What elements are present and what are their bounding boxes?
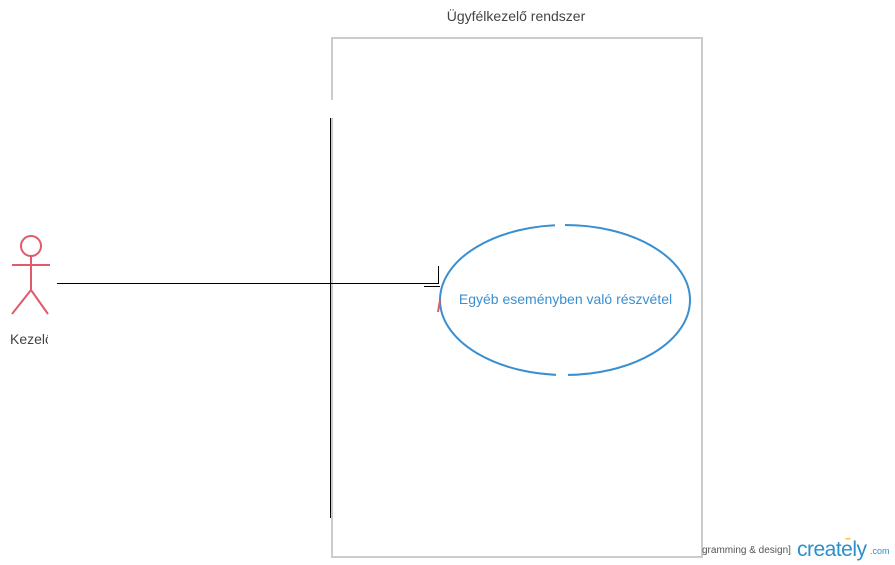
use-case-label: Egyéb eseményben való részvétel [458,291,673,307]
watermark-text: gramming & design] [702,545,791,556]
actor-left-leg [11,289,32,315]
actor-right-leg [30,289,49,315]
connection-marker [437,299,441,313]
diagram-canvas: Ügyfélkezelő rendszer Kezel Egyéb esemén… [0,0,895,565]
actor-label: Kezelő [10,331,48,347]
connector-gaps [328,100,333,118]
actor-head [20,235,42,257]
actor-figure[interactable] [11,235,50,315]
watermark[interactable]: gramming & design] creately .com [700,538,895,565]
watermark-suffix: .com [870,546,890,556]
watermark-brand: creately [797,538,867,561]
diagram-svg [11,100,691,518]
